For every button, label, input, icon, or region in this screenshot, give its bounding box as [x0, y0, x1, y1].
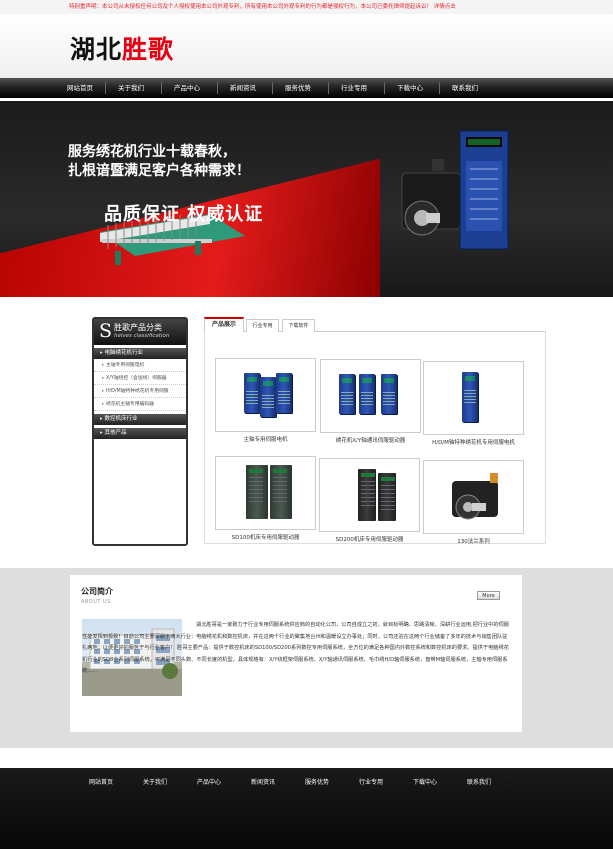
footer-link-contact[interactable]: 联系我们	[454, 777, 504, 786]
product-image[interactable]	[215, 358, 316, 432]
product-caption[interactable]: SD100机床专用伺服驱动器	[210, 533, 321, 541]
hero-banner[interactable]: 服务绣花机行业十载春秋， 扎根谙暨满足客户各种需求！ 品质保证 权威认证	[0, 101, 613, 297]
header: 湖北胜歌	[0, 14, 613, 78]
sidebar-category-cnc[interactable]: 数控机床行业	[94, 414, 186, 425]
footer-link-industry[interactable]: 行业专用	[346, 777, 396, 786]
product-panel: 主轴专用伺服电机 绣花机X/Y轴通讯伺服驱动器 H/D/M轴特种绣花机专用伺服电…	[204, 332, 546, 545]
sidebar-item[interactable]: 主轴专用伺服电机	[94, 359, 186, 372]
footer-link-download[interactable]: 下载中心	[400, 777, 450, 786]
product-image[interactable]	[319, 458, 420, 532]
product-item[interactable]: SD200机床专用伺服驱动器	[319, 458, 420, 543]
about-card: 公司简介 ABOUT US More 湖北胜哥是一家致力于行业专用伺服系统供应商…	[70, 575, 522, 732]
more-button[interactable]: More	[477, 591, 500, 600]
banner-line-1: 服务绣花机行业十载春秋，	[68, 144, 236, 160]
tab-products[interactable]: 产品展示	[204, 317, 244, 332]
product-item[interactable]: H/D/M轴特种绣花机专用伺服电机	[423, 361, 524, 446]
product-category-sidebar: S 胜歌产品分类 helves classification 电脑绣花机行业 主…	[92, 317, 188, 546]
tab-download[interactable]: 下载软件	[282, 319, 315, 332]
product-item[interactable]: SD100机床专用伺服驱动器	[215, 456, 316, 541]
nav-about[interactable]: 关于我们	[106, 78, 156, 98]
nav-products[interactable]: 产品中心	[162, 78, 212, 98]
tab-industry[interactable]: 行业专用	[246, 319, 279, 332]
footer-link-news[interactable]: 新闻资讯	[238, 777, 288, 786]
product-caption[interactable]: H/D/M轴特种绣花机专用伺服电机	[418, 438, 529, 446]
nav-contact[interactable]: 联系我们	[440, 78, 490, 98]
product-caption[interactable]: 主轴专用伺服电机	[210, 435, 321, 443]
nav-download[interactable]: 下载中心	[385, 78, 435, 98]
servo-driver-image	[459, 130, 509, 250]
product-caption[interactable]: 绣花机X/Y轴通讯伺服驱动器	[315, 436, 426, 444]
sidebar-letter: S	[99, 320, 113, 342]
nav-home[interactable]: 网站首页	[55, 78, 105, 98]
product-item[interactable]: 130法兰系列	[423, 460, 524, 545]
main-nav: 网站首页 关于我们 产品中心 新闻资讯 服务优势 行业专用 下载中心 联系我们	[0, 78, 613, 98]
banner-line-2: 扎根谙暨满足客户各种需求！	[68, 163, 250, 179]
sidebar-item[interactable]: H/D/M轴特种绣花机专用伺服	[94, 385, 186, 398]
logo-text-red: 胜歌	[122, 35, 175, 64]
product-tabs: 产品展示 行业专用 下载软件	[204, 317, 546, 332]
sidebar-item[interactable]: X/Y轴绕控（含送线）伺服器	[94, 372, 186, 385]
sidebar-subtitle: helves classification	[114, 333, 170, 339]
product-caption[interactable]: SD200机床专用伺服驱动器	[314, 535, 425, 543]
product-image[interactable]	[423, 361, 524, 435]
product-caption[interactable]: 130法兰系列	[418, 537, 529, 545]
sidebar-item[interactable]: 绣花机主轴专用编码器	[94, 398, 186, 411]
footer-link-products[interactable]: 产品中心	[184, 777, 234, 786]
product-image[interactable]	[423, 460, 524, 534]
product-item[interactable]: 绣花机X/Y轴通讯伺服驱动器	[320, 359, 421, 444]
nav-services[interactable]: 服务优势	[273, 78, 323, 98]
footer-link-about[interactable]: 关于我们	[130, 777, 180, 786]
logo[interactable]: 湖北胜歌	[70, 30, 174, 66]
product-image[interactable]	[215, 456, 316, 530]
about-text: 湖北胜哥是一家致力于行业专用伺服系统供应商的自动化公司，公司自成立之初，就目标明…	[82, 622, 509, 674]
footer-link-home[interactable]: 网站首页	[76, 777, 126, 786]
footer: 网站首页 关于我们 产品中心 新闻资讯 服务优势 行业专用 下载中心 联系我们	[0, 768, 613, 849]
sidebar-header: S 胜歌产品分类 helves classification	[94, 319, 186, 345]
nav-industry[interactable]: 行业专用	[329, 78, 379, 98]
servo-motor-image	[401, 159, 461, 236]
sidebar-category-other[interactable]: 其他产品	[94, 428, 186, 439]
notice-bar[interactable]: 特别重声明：本公司从未授权任何公司及个人授权使用本公司外观专利，所有使用本公司外…	[0, 0, 613, 14]
servo-motor-130-image	[452, 473, 498, 520]
sidebar-title: 胜歌产品分类	[114, 323, 162, 332]
product-item[interactable]: 主轴专用伺服电机	[215, 358, 316, 443]
banner-slogan: 品质保证 权威认证	[104, 204, 264, 225]
logo-text-black: 湖北	[70, 35, 123, 64]
product-image[interactable]	[320, 359, 421, 433]
sidebar-category-embroidery[interactable]: 电脑绣花机行业	[94, 348, 186, 359]
nav-news[interactable]: 新闻资讯	[218, 78, 268, 98]
about-title: 公司简介	[81, 587, 113, 596]
about-subtitle: ABOUT US	[81, 599, 111, 605]
banner-graphics	[100, 130, 509, 265]
footer-link-services[interactable]: 服务优势	[292, 777, 342, 786]
